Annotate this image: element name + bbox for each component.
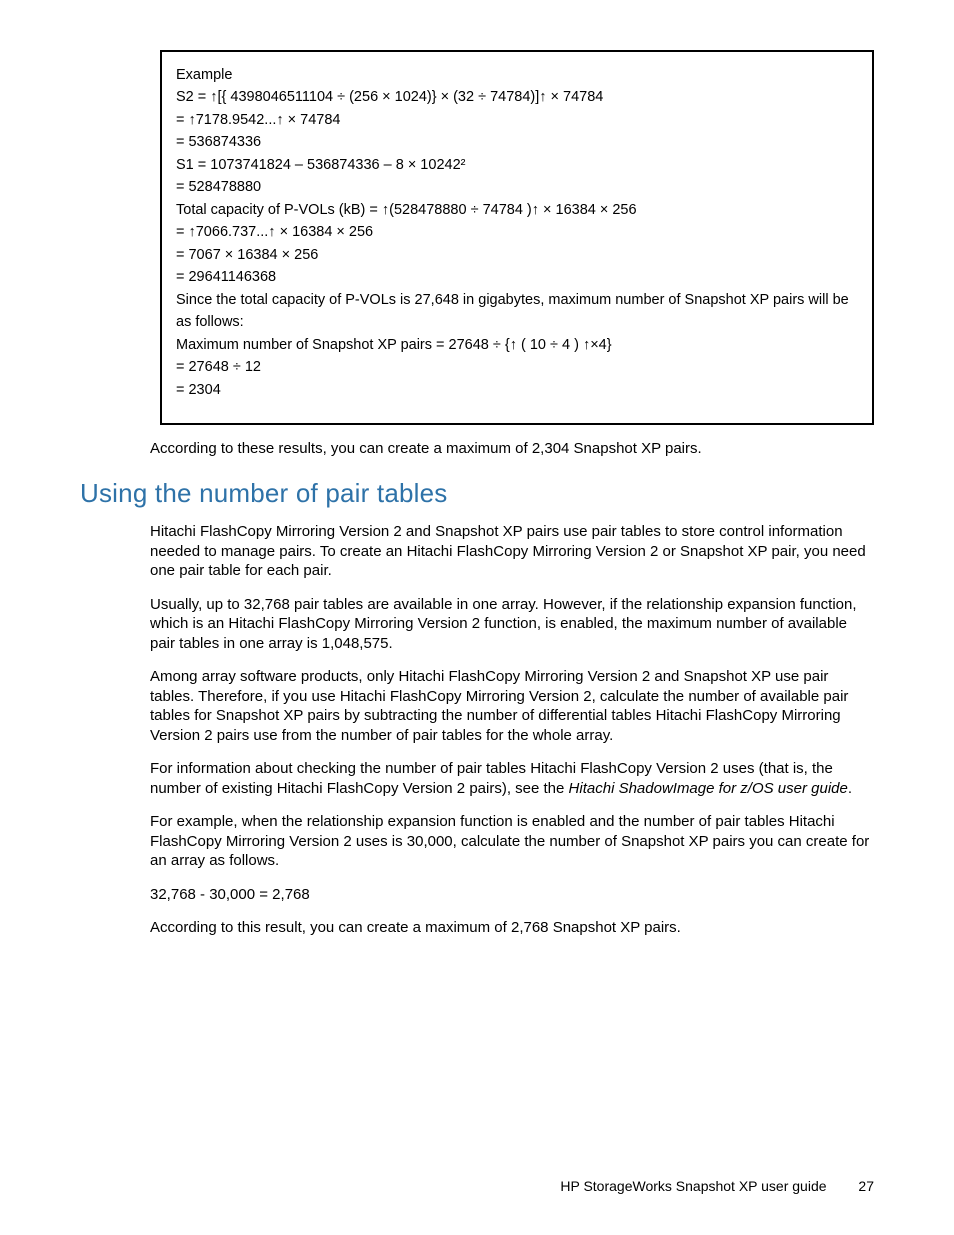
example-line: = 7067 × 16384 × 256 — [176, 244, 858, 266]
page-number: 27 — [858, 1178, 874, 1194]
body-paragraph: Hitachi FlashCopy Mirroring Version 2 an… — [150, 522, 874, 581]
example-line: S2 = ↑[{ 4398046511104 ÷ (256 × 1024)} ×… — [176, 86, 858, 108]
footer-title: HP StorageWorks Snapshot XP user guide — [560, 1178, 826, 1194]
example-title: Example — [176, 64, 858, 86]
doc-reference-italic: Hitachi ShadowImage for z/OS user guide — [569, 780, 848, 797]
calculation-line: 32,768 - 30,000 = 2,768 — [150, 885, 874, 905]
page-footer: HP StorageWorks Snapshot XP user guide 2… — [560, 1177, 874, 1195]
body-paragraph: For information about checking the numbe… — [150, 759, 874, 798]
example-line: = 528478880 — [176, 176, 858, 198]
example-line: S1 = 1073741824 – 536874336 – 8 × 10242² — [176, 154, 858, 176]
body-paragraph: Usually, up to 32,768 pair tables are av… — [150, 595, 874, 654]
example-line: = 27648 ÷ 12 — [176, 356, 858, 378]
section-heading: Using the number of pair tables — [80, 477, 874, 511]
example-line: Maximum number of Snapshot XP pairs = 27… — [176, 334, 858, 356]
after-example-text: According to these results, you can crea… — [150, 439, 874, 459]
example-box: Example S2 = ↑[{ 4398046511104 ÷ (256 × … — [160, 50, 874, 425]
example-line: = 2304 — [176, 379, 858, 401]
example-line: = ↑7066.737...↑ × 16384 × 256 — [176, 221, 858, 243]
body-paragraph: For example, when the relationship expan… — [150, 812, 874, 871]
example-line: Since the total capacity of P-VOLs is 27… — [176, 289, 858, 334]
example-line: = 29641146368 — [176, 266, 858, 288]
body-paragraph: Among array software products, only Hita… — [150, 667, 874, 745]
example-line: Total capacity of P-VOLs (kB) = ↑(528478… — [176, 199, 858, 221]
body-paragraph: According to this result, you can create… — [150, 918, 874, 938]
body-text-run: . — [848, 780, 852, 797]
example-line: = ↑7178.9542...↑ × 74784 — [176, 109, 858, 131]
example-line: = 536874336 — [176, 131, 858, 153]
